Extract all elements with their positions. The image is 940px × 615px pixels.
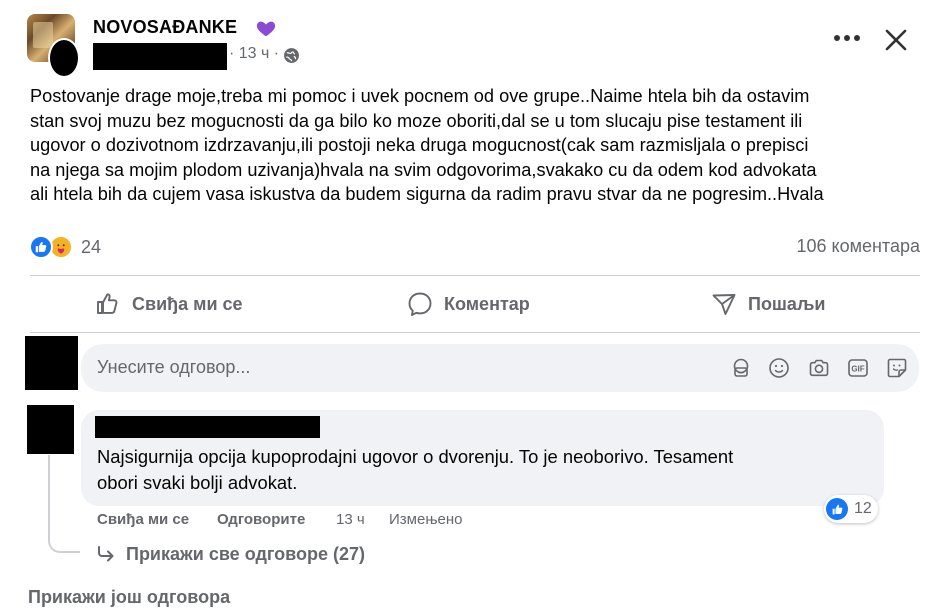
like-button-label: Свиђа ми се <box>132 293 243 314</box>
svg-text:GIF: GIF <box>851 364 864 373</box>
view-more-comments-link[interactable]: Прикажи још одговора <box>28 587 230 608</box>
emoji-icon[interactable] <box>767 356 791 380</box>
comment-timestamp[interactable]: 13 ч <box>336 511 365 528</box>
current-user-avatar-redacted[interactable] <box>25 336 78 390</box>
comment-bubble-icon <box>408 292 432 316</box>
reply-composer[interactable]: GIF <box>81 344 919 392</box>
group-avatar[interactable] <box>27 14 80 78</box>
purple-heart-icon <box>256 21 276 37</box>
post-reactions-summary[interactable]: 24 <box>29 234 101 260</box>
reply-arrow-icon <box>98 546 114 562</box>
comment-reaction-count: 12 <box>854 500 872 517</box>
share-button[interactable]: Пошаљи <box>710 286 825 322</box>
like-reaction-icon <box>826 498 848 520</box>
author-avatar-redacted[interactable] <box>48 38 80 78</box>
globe-icon <box>284 48 299 63</box>
close-icon[interactable] <box>882 26 910 54</box>
post-text: Postovanje drage moje,treba mi pomoc i u… <box>30 86 824 205</box>
view-all-replies-link[interactable]: Прикажи све одговоре (27) <box>96 542 365 566</box>
comment-count[interactable]: 106 коментара <box>796 236 920 257</box>
commenter-avatar-redacted[interactable] <box>27 405 74 454</box>
author-name-redacted[interactable] <box>93 43 227 70</box>
like-reaction-icon <box>29 235 53 259</box>
comment-reply-link[interactable]: Одговорите <box>217 511 305 528</box>
gif-icon[interactable]: GIF <box>846 356 870 380</box>
comment-button-label: Коментар <box>444 293 530 314</box>
commenter-name-redacted[interactable] <box>95 416 320 438</box>
reply-thread-line <box>48 455 80 553</box>
reaction-count: 24 <box>81 236 102 257</box>
camera-icon[interactable] <box>807 356 831 380</box>
comment-text: Najsigurnija opcija kupoprodajni ugovor … <box>97 446 734 493</box>
send-icon <box>712 294 736 315</box>
post-timestamp[interactable]: · 13 ч · <box>229 45 279 63</box>
view-all-replies-label: Прикажи све одговоре (27) <box>126 543 365 564</box>
group-name[interactable]: NOVOSAĐANKE <box>93 17 237 38</box>
divider-bottom <box>30 332 920 333</box>
comment-button[interactable]: Коментар <box>406 286 530 322</box>
like-button[interactable]: Свиђа ми се <box>94 286 243 322</box>
reply-input[interactable] <box>97 357 597 378</box>
more-options-icon[interactable] <box>832 27 862 49</box>
comment-edited-label: Измењено <box>389 511 463 528</box>
share-button-label: Пошаљи <box>748 293 826 314</box>
avatar-sticker-icon[interactable] <box>729 356 753 380</box>
thumbs-up-icon <box>97 293 118 314</box>
comment-like-link[interactable]: Свиђа ми се <box>97 511 189 528</box>
sticker-icon[interactable] <box>885 356 909 380</box>
comment-reaction-badge[interactable]: 12 <box>824 495 878 523</box>
divider-top <box>30 275 920 276</box>
